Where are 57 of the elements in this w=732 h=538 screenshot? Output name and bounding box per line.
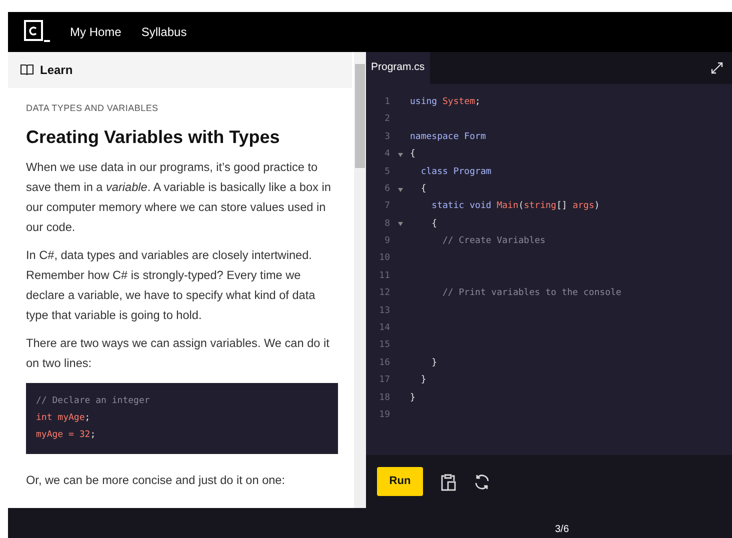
fold-caret-icon[interactable] <box>398 188 402 192</box>
code-line: static void Main(string[] args) <box>430 200 600 214</box>
learn-label: Learn <box>40 62 73 79</box>
line-number: 6 <box>384 182 390 196</box>
fold-caret-icon[interactable] <box>398 222 402 226</box>
code-line: { <box>420 182 426 196</box>
code-editor[interactable]: 1 using System; 2 3 namespace Form 4 { 5 class Program 6 { 7 static void Main(string[] args) 8 { 9 // Create Variables 10 11 12 // Print variables to the console 13 14 15 16 } 17 } 18 } 19 <box>366 84 732 455</box>
line-number: 3 <box>384 130 390 144</box>
run-button[interactable]: Run <box>377 467 423 496</box>
lesson-paragraph: In C#, data types and variables are closely intertwined. Remember how C# is strongly-typed? Every time we declare a variable, we have to specify what kind of data type that variable is going to hold. <box>26 246 316 324</box>
code-line: // Print variables to the console <box>442 287 622 300</box>
code-line: int myAge; <box>36 412 90 424</box>
code-line: } <box>420 374 426 388</box>
code-line: namespace Form <box>410 130 486 144</box>
line-number: 18 <box>378 392 390 405</box>
line-number: 10 <box>378 252 390 266</box>
lesson-paragraph: When we use data in our programs, it’s good practice to save them in a variable. A variable is basically like a box in our computer memory where we can store values used in our code. <box>26 158 332 236</box>
lesson-paragraph: Or, we can be more concise and just do it on one: <box>26 472 286 488</box>
line-number: 19 <box>378 408 390 422</box>
line-number: 11 <box>378 270 390 283</box>
code-line: } <box>410 392 416 405</box>
code-line: // Create Variables <box>442 235 546 248</box>
line-number: 1 <box>384 96 390 109</box>
code-line: // Declare an integer <box>36 394 150 408</box>
line-number: 4 <box>384 148 390 162</box>
progress-indicator: 3/6 <box>555 522 569 536</box>
code-line: class Program <box>420 166 492 179</box>
nav-link[interactable]: My Home <box>70 23 122 41</box>
clipboard-icon[interactable] <box>439 472 457 490</box>
code-line: using System; <box>410 96 480 109</box>
expand-icon[interactable] <box>710 61 724 75</box>
lesson-title: Creating Variables with Types <box>26 126 281 149</box>
line-number: 15 <box>378 339 390 352</box>
code-line: } <box>430 356 438 370</box>
line-number: 9 <box>384 235 390 248</box>
line-number: 2 <box>384 113 390 126</box>
book-icon <box>20 64 34 76</box>
line-number: 5 <box>384 166 390 178</box>
file-tab[interactable]: Program.cs <box>366 52 430 84</box>
line-number: 12 <box>378 287 390 300</box>
logo-icon <box>24 20 50 44</box>
line-number: 7 <box>384 200 390 214</box>
fold-caret-icon[interactable] <box>398 152 402 157</box>
code-line: { <box>410 148 416 162</box>
line-number: 16 <box>378 356 390 370</box>
line-number: 13 <box>378 304 390 318</box>
line-number: 14 <box>378 322 390 336</box>
refresh-icon[interactable] <box>473 472 491 490</box>
nav-link[interactable]: Syllabus <box>141 23 187 41</box>
code-line: { <box>430 218 438 231</box>
line-number: 8 <box>384 218 390 231</box>
line-number: 17 <box>378 374 390 388</box>
lesson-paragraph: There are two ways we can assign variables. We can do it on two lines: <box>26 334 330 372</box>
scrollbar[interactable] <box>354 52 366 508</box>
section-eyebrow: DATA TYPES AND VARIABLES <box>26 102 160 115</box>
code-line: myAge = 32; <box>36 428 96 442</box>
scrollbar-thumb[interactable] <box>355 64 365 168</box>
